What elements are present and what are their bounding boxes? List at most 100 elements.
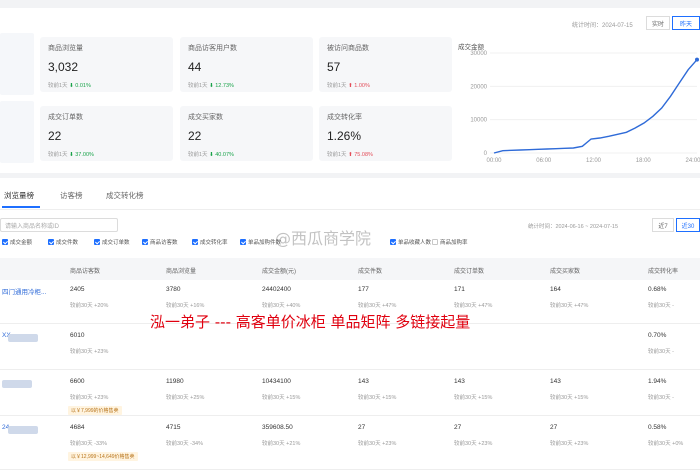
- metric-title: 商品浏览量: [48, 45, 83, 52]
- metric-title: 成交订单数: [48, 114, 83, 121]
- table-cell: 10434100 较前30天 +15%: [262, 378, 301, 401]
- range-button-active[interactable]: 近30: [676, 218, 700, 232]
- x-tick-label: 12:00: [586, 158, 602, 164]
- table-cell: 1.94% 较前30天 -: [648, 378, 674, 401]
- ranking-tabs: 浏览量榜 访客榜 成交转化榜: [0, 178, 700, 210]
- checkbox-icon: [48, 239, 54, 245]
- range-button[interactable]: 近7: [652, 218, 674, 232]
- date-range: 统计时间：2024-06-16 ~ 2024-07-15: [528, 224, 619, 230]
- metric-title: 成交转化率: [327, 114, 362, 121]
- product-name[interactable]: 四门通用冷柜...: [2, 286, 46, 296]
- table-cell: 4684 较前30天 -33%: [70, 424, 107, 447]
- x-tick-label: 24:00: [685, 158, 700, 164]
- table-cell: 359608.50 较前30天 +21%: [262, 424, 301, 447]
- series-point: [695, 57, 699, 62]
- active-tab-indicator: [2, 206, 40, 208]
- table-cell: 143 较前30天 +15%: [454, 378, 493, 401]
- table-cell: 6600 较前30天 +23%: [70, 378, 109, 401]
- blurred-product-thumbnail: [8, 426, 38, 434]
- checkbox-icon: [390, 239, 396, 245]
- metric-compare: 较前1天 ⬇ 40.07%: [188, 152, 234, 158]
- metric-value: 1.26%: [327, 129, 362, 143]
- x-tick-label: 00:00: [486, 158, 502, 164]
- metric-title: 成交买家数: [188, 114, 223, 121]
- metric-value: 22: [48, 129, 62, 143]
- tab-views-rank[interactable]: 浏览量榜: [4, 190, 34, 201]
- sales-line-chart: 0 10000 20000 30000 00:00 06:00 12:00 18:00 24:0…: [470, 51, 700, 164]
- metric-card-buyers: 成交买家数 22 较前1天 ⬇ 40.07%: [180, 106, 313, 161]
- realtime-button[interactable]: 实时: [646, 16, 670, 30]
- metric-value: 57: [327, 60, 341, 74]
- column-header[interactable]: 成交金额(元): [262, 266, 296, 275]
- table-cell: 171 较前30天 +47%: [454, 286, 493, 309]
- checkbox-item[interactable]: 成交金额: [2, 238, 32, 246]
- left-summary-strip: [0, 101, 34, 163]
- table-cell: 3780 较前30天 +16%: [166, 286, 205, 309]
- metric-card-views: 商品浏览量 3,032 较前1天 ⬇ 0.01%: [40, 37, 173, 92]
- time-note: 统计时间：2024-07-15: [572, 23, 633, 29]
- table-cell: 11980 较前30天 +25%: [166, 378, 205, 401]
- metric-value: 22: [188, 129, 202, 143]
- table-row[interactable]: 24 4684 较前30天 -33% 4715 较前30天 -34% 359608.…: [0, 416, 700, 470]
- metric-card-visited-products: 被访问商品数 57 较前1天 ⬆ 1.00%: [319, 37, 452, 92]
- column-header[interactable]: 成交订单数: [454, 266, 484, 275]
- metric-compare: 较前1天 ⬇ 37.00%: [48, 152, 94, 158]
- table-cell: 27 较前30天 +23%: [358, 424, 397, 447]
- watermark: @西瓜商学院: [275, 229, 372, 248]
- blurred-product-thumbnail: [8, 334, 38, 342]
- product-table: 商品访客数 商品浏览量 成交金额(元) 成交件数 成交订单数 成交买家数 成交转…: [0, 252, 700, 470]
- checkbox-item[interactable]: 商品加购率: [432, 238, 468, 246]
- column-header[interactable]: 成交买家数: [550, 266, 580, 275]
- checkbox-item[interactable]: 成交订单数: [94, 238, 130, 246]
- checkbox-icon: [142, 239, 148, 245]
- checkbox-item[interactable]: 商品访客数: [142, 238, 178, 246]
- table-cell: 6010 较前30天 +23%: [70, 332, 109, 355]
- column-header[interactable]: 成交件数: [358, 266, 382, 275]
- table-cell: 0.68% 较前30天 -: [648, 286, 674, 309]
- metric-card-orders: 成交订单数 22 较前1天 ⬇ 37.00%: [40, 106, 173, 161]
- x-tick-label: 06:00: [536, 158, 552, 164]
- overlay-caption: 泓一弟子 --- 高客单价冰柜 单品矩阵 多链接起量: [150, 313, 471, 331]
- metric-compare: 较前1天 ⬆ 1.00%: [327, 83, 370, 89]
- tab-conversion-rank[interactable]: 成交转化榜: [106, 190, 144, 201]
- search-input[interactable]: 请输入商品名称或ID: [0, 218, 118, 232]
- checkbox-icon: [192, 239, 198, 245]
- table-cell: 27 较前30天 +23%: [550, 424, 589, 447]
- table-cell: 27 较前30天 +23%: [454, 424, 493, 447]
- metric-value: 3,032: [48, 60, 79, 74]
- metric-compare: 较前1天 ⬇ 0.01%: [48, 83, 91, 89]
- table-row[interactable]: 6600 较前30天 +23% 11980 较前30天 +25% 10434100 较…: [0, 370, 700, 416]
- y-tick-label: 0: [484, 151, 488, 157]
- table-cell: 4715 较前30天 -34%: [166, 424, 203, 447]
- checkbox-item[interactable]: 成交转化率: [192, 238, 228, 246]
- blurred-product-thumbnail: [2, 380, 32, 388]
- metric-compare: 较前1天 ⬇ 12.73%: [188, 83, 234, 89]
- table-cell: 143 较前30天 +15%: [550, 378, 589, 401]
- metric-card-conversion: 成交转化率 1.26% 较前1天 ⬆ 75.08%: [319, 106, 452, 161]
- metric-card-visitors: 商品访客用户数 44 较前1天 ⬇ 12.73%: [180, 37, 313, 92]
- table-cell: 0.58% 较前30天 +0%: [648, 424, 684, 447]
- table-cell: 2405 较前30天 +20%: [70, 286, 109, 309]
- column-header[interactable]: 商品访客数: [70, 266, 100, 275]
- checkbox-icon: [94, 239, 100, 245]
- y-tick-label: 20000: [470, 84, 487, 90]
- x-tick-label: 18:00: [636, 158, 652, 164]
- table-cell: 164 较前30天 +47%: [550, 286, 589, 309]
- checkbox-item[interactable]: 成交件数: [48, 238, 78, 246]
- y-tick-label: 30000: [470, 51, 487, 57]
- checkbox-icon: [2, 239, 8, 245]
- table-cell: 24402400 较前30天 +40%: [262, 286, 301, 309]
- column-header[interactable]: 成交转化率: [648, 266, 678, 275]
- left-summary-strip: [0, 33, 34, 95]
- yesterday-button[interactable]: 昨天: [672, 16, 700, 30]
- table-cell: 0.70% 较前30天 -: [648, 332, 674, 355]
- checkbox-icon: [240, 239, 246, 245]
- column-header[interactable]: 商品浏览量: [166, 266, 196, 275]
- tab-visitors-rank[interactable]: 访客榜: [60, 190, 83, 201]
- checkbox-item[interactable]: 单品收藏人数: [390, 238, 431, 246]
- series-line: [493, 59, 698, 154]
- table-header: 商品访客数 商品浏览量 成交金额(元) 成交件数 成交订单数 成交买家数 成交转…: [0, 258, 700, 280]
- metric-compare: 较前1天 ⬆ 75.08%: [327, 152, 373, 158]
- table-cell: 143 较前30天 +15%: [358, 378, 397, 401]
- y-tick-label: 10000: [470, 118, 487, 124]
